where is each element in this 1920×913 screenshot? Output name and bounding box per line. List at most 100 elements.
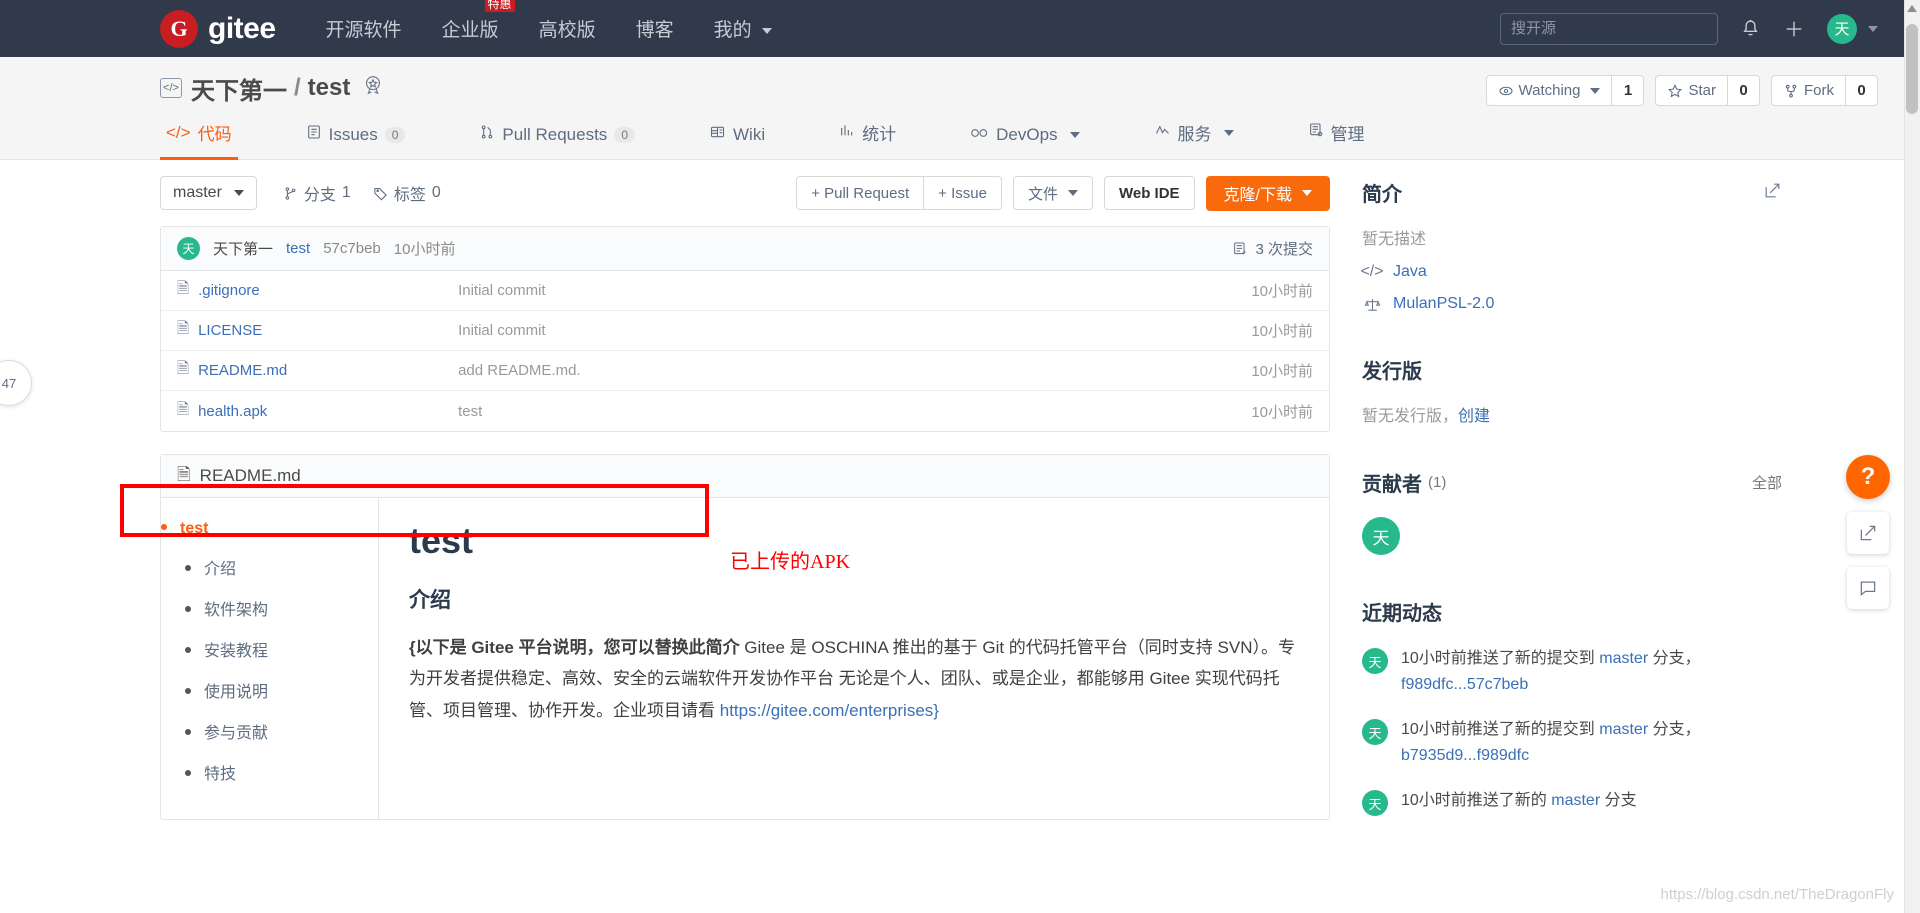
nav-link-university[interactable]: 高校版	[539, 15, 596, 42]
file-list-card: 天 天下第一 test 57c7beb 10小时前 3 次提交 🗎 .gitig…	[160, 226, 1330, 432]
tab-code[interactable]: </> 代码	[160, 120, 238, 160]
contributors-all-link[interactable]: 全部	[1752, 472, 1782, 493]
clone-download-label: 克隆/下载	[1223, 187, 1292, 204]
activity-text: 10小时前推送了新的 master 分支	[1401, 788, 1637, 816]
repo-owner-link[interactable]: 天下第一	[191, 71, 287, 106]
comment-icon[interactable]	[1847, 567, 1889, 609]
file-name[interactable]: .gitignore	[198, 282, 458, 299]
nav-link-university-label: 高校版	[538, 20, 596, 41]
file-name[interactable]: health.apk	[198, 403, 458, 420]
toc-item-intro[interactable]: 介绍	[161, 555, 378, 579]
tab-issues-count: 0	[384, 126, 406, 143]
file-commit-message: Initial commit	[458, 282, 546, 299]
tab-stats-label: 统计	[862, 125, 897, 144]
tab-service-label: 服务	[1177, 125, 1212, 144]
toc-label: test	[180, 520, 209, 537]
table-row[interactable]: 🗎 LICENSE Initial commit 10小时前	[161, 311, 1329, 351]
new-pull-request-button[interactable]: + Pull Request	[796, 176, 925, 210]
nav-link-blog[interactable]: 博客	[636, 15, 674, 42]
feedback-icon[interactable]	[1847, 512, 1889, 554]
toc-item-contribute[interactable]: 参与贡献	[161, 719, 378, 743]
main-content: master 分支 1 标签 0 + Pull Request + Issue …	[0, 160, 1920, 820]
watermark: https://blog.csdn.net/TheDragonFly	[1660, 886, 1894, 903]
plus-icon[interactable]	[1783, 18, 1805, 40]
readme-header: 🗎 README.md	[161, 455, 1329, 498]
table-row[interactable]: 🗎 README.md add README.md. 10小时前	[161, 351, 1329, 391]
search-input[interactable]	[1500, 12, 1718, 45]
fork-count[interactable]: 0	[1846, 75, 1878, 106]
files-dropdown-button[interactable]: 文件	[1012, 176, 1093, 210]
activity-sha[interactable]: b7935d9...f989dfc	[1401, 747, 1529, 764]
avatar: 天	[1362, 648, 1388, 674]
commit-message[interactable]: test	[286, 240, 310, 257]
scrollbar-thumb[interactable]	[1906, 24, 1918, 114]
toc-item-usage[interactable]: 使用说明	[161, 678, 378, 702]
scroll-up-arrow-icon[interactable]	[1907, 5, 1917, 12]
scale-icon	[1362, 296, 1382, 313]
toc-item-features[interactable]: 特技	[161, 760, 378, 784]
tab-wiki[interactable]: Wiki	[703, 124, 771, 160]
clone-download-button[interactable]: 克隆/下载	[1205, 175, 1330, 211]
sidebar-activity: 近期动态 天 10小时前推送了新的提交到 master 分支， f989dfc..…	[1362, 597, 1782, 817]
toc-label: 软件架构	[204, 602, 269, 619]
file-time: 10小时前	[1251, 403, 1313, 421]
user-menu[interactable]: 天	[1827, 13, 1878, 44]
gitee-logo[interactable]: G gitee	[160, 9, 276, 48]
nav-link-enterprise[interactable]: 企业版 特惠	[442, 0, 515, 42]
branch-selector[interactable]: master	[160, 176, 257, 210]
web-ide-button[interactable]: Web IDE	[1103, 176, 1195, 210]
fork-button-group: Fork 0	[1771, 75, 1878, 106]
tab-issues[interactable]: Issues 0	[300, 124, 412, 160]
tab-service[interactable]: 服务	[1148, 120, 1240, 160]
activity-sha[interactable]: f989dfc...57c7beb	[1401, 676, 1528, 693]
pull-request-icon	[479, 124, 495, 145]
scrollbar-track[interactable]	[1904, 0, 1920, 913]
right-sidebar: 简介 暂无描述 </> Java MulanPSL-2.0 发行版 暂无发行版，…	[1360, 160, 1782, 820]
sidebar-license[interactable]: MulanPSL-2.0	[1362, 295, 1782, 313]
sidebar-language[interactable]: </> Java	[1360, 263, 1782, 281]
watch-button[interactable]: Watching	[1485, 75, 1613, 106]
help-button[interactable]: ?	[1846, 455, 1890, 499]
edit-icon[interactable]	[1763, 181, 1782, 204]
nav-link-opensource[interactable]: 开源软件	[326, 15, 402, 42]
repo-separator: /	[294, 74, 301, 101]
nav-link-mine[interactable]: 我的	[714, 15, 772, 42]
nav-link-mine-label: 我的	[713, 20, 752, 41]
table-row[interactable]: 🗎 health.apk test 10小时前	[161, 391, 1329, 431]
fork-button[interactable]: Fork	[1771, 75, 1846, 106]
file-time: 10小时前	[1251, 363, 1313, 380]
toc-item-architecture[interactable]: 软件架构	[161, 596, 378, 620]
tab-pull-requests[interactable]: Pull Requests 0	[473, 124, 641, 160]
create-release-link[interactable]: 创建	[1458, 408, 1490, 425]
table-row[interactable]: 🗎 .gitignore Initial commit 10小时前	[161, 271, 1329, 311]
tab-manage[interactable]: 管理	[1302, 120, 1371, 160]
activity-branch[interactable]: master	[1599, 650, 1648, 667]
avatar[interactable]: 天	[1362, 517, 1400, 555]
branch-selector-label: master	[173, 184, 222, 201]
file-commit-message: add README.md.	[458, 362, 581, 379]
new-issue-button[interactable]: + Issue	[924, 176, 1002, 210]
toc-label: 参与贡献	[204, 725, 269, 742]
star-count[interactable]: 0	[1728, 75, 1760, 106]
tags-link[interactable]: 标签 0	[373, 181, 441, 205]
repo-name-link[interactable]: test	[308, 74, 351, 102]
commit-count-link[interactable]: 3 次提交	[1232, 238, 1313, 259]
watch-count[interactable]: 1	[1612, 75, 1645, 106]
commit-author[interactable]: 天下第一	[213, 238, 273, 259]
branches-link[interactable]: 分支 1	[283, 181, 351, 205]
activity-text: 10小时前推送了新的提交到 master 分支， b7935d9...f989df…	[1401, 717, 1782, 768]
toc-item-install[interactable]: 安装教程	[161, 637, 378, 661]
readme-link[interactable]: https://gitee.com/enterprises}	[720, 701, 939, 720]
tab-devops[interactable]: DevOps	[964, 125, 1085, 160]
star-button[interactable]: Star	[1655, 75, 1728, 106]
tab-stats[interactable]: 统计	[833, 120, 902, 160]
sidebar-language-label: Java	[1393, 263, 1427, 280]
code-icon: </>	[166, 122, 191, 142]
activity-branch[interactable]: master	[1551, 792, 1600, 809]
toc-item-test[interactable]: test	[161, 520, 378, 538]
activity-branch[interactable]: master	[1599, 721, 1648, 738]
file-name[interactable]: LICENSE	[198, 322, 458, 339]
file-name[interactable]: README.md	[198, 362, 458, 379]
commit-sha[interactable]: 57c7beb	[323, 240, 381, 257]
bell-icon[interactable]	[1740, 18, 1761, 40]
